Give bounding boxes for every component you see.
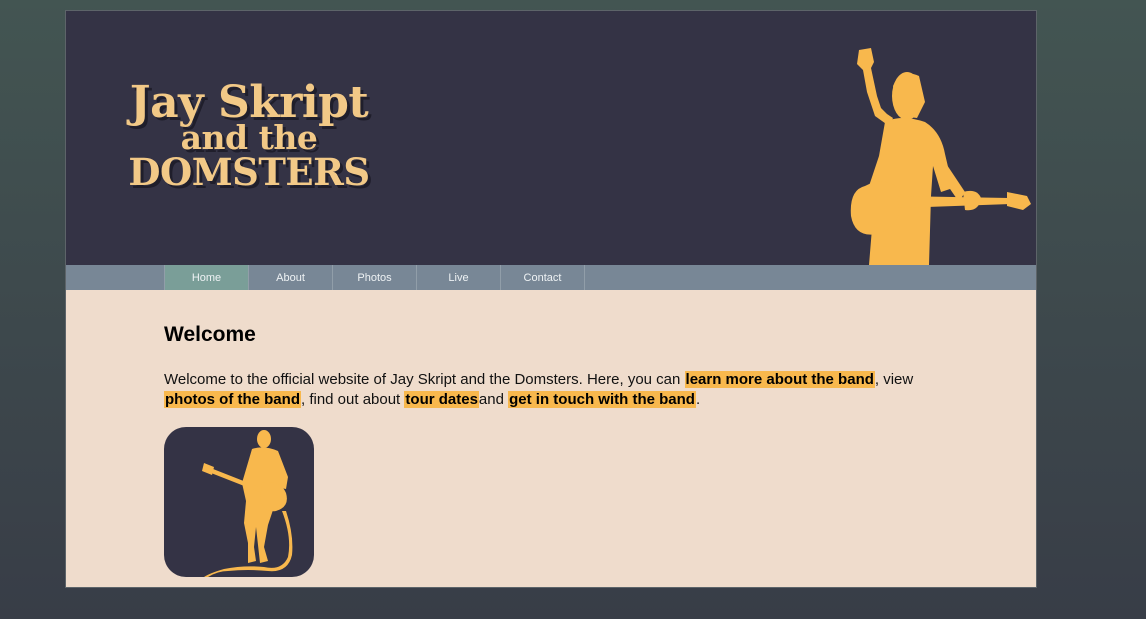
contact-link[interactable]: get in touch with the band [508,391,696,408]
main-navigation: Home About Photos Live Contact [66,265,1036,290]
intro-text-4: and [478,391,509,408]
nav-item-photos[interactable]: Photos [333,265,417,290]
about-link[interactable]: learn more about the band [684,371,875,388]
intro-text-1: Welcome to the official website of Jay S… [164,371,685,388]
photos-link[interactable]: photos of the band [164,391,301,408]
live-link[interactable]: tour dates [404,391,479,408]
page-title: Welcome [164,323,256,346]
intro-text-5: . [695,391,701,408]
band-photo-thumbnail[interactable] [164,427,314,577]
nav-item-live[interactable]: Live [417,265,501,290]
nav-item-about[interactable]: About [249,265,333,290]
page-container: Jay Skript and the DOMSTERS Home About P… [65,10,1037,588]
nav-item-home[interactable]: Home [164,265,249,290]
site-header: Jay Skript and the DOMSTERS [66,11,1036,265]
nav-item-contact[interactable]: Contact [501,265,585,290]
guitarist-silhouette-icon [202,430,293,577]
nav-list: Home About Photos Live Contact [164,265,585,290]
intro-paragraph: Welcome to the official website of Jay S… [164,370,924,410]
intro-text-3: , find out about [300,391,405,408]
guitarist-silhouette-icon [850,48,1031,265]
logo-line-3: DOMSTERS [128,150,370,194]
site-logo[interactable]: Jay Skript and the DOMSTERS [104,81,394,191]
intro-text-2: , view [874,371,914,388]
